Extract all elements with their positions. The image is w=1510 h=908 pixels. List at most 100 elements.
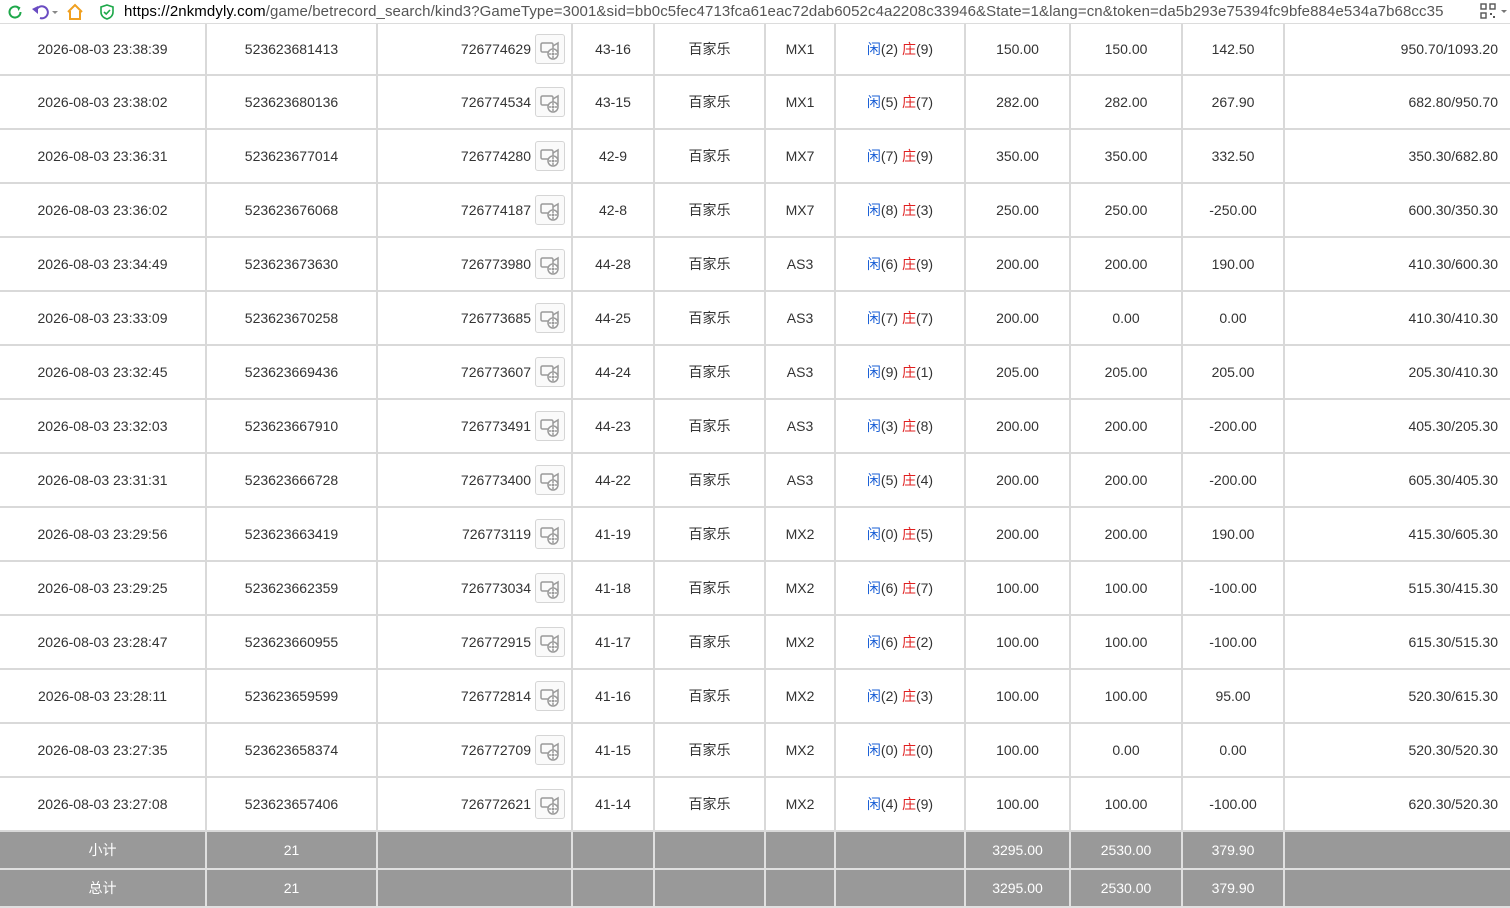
bet-id: 523623666728 [206,453,378,508]
table-row: 2026-08-03 23:36:02 523623676068 726774187… [0,183,1510,238]
bet-time: 2026-08-03 23:29:56 [0,507,207,562]
game-result: 闲(8) 庄(3) [835,183,966,238]
banker-score: (4) [915,472,934,488]
game-id-cell: 726773685 [377,291,573,346]
video-replay-icon[interactable] [535,249,565,279]
total-win: 379.90 [1182,869,1285,908]
balance-change: 205.30/410.30 [1284,345,1510,400]
balance-change: 950.70/1093.20 [1284,24,1510,76]
bet-amount: 200.00 [965,507,1071,562]
video-replay-icon[interactable] [535,681,565,711]
undo-icon[interactable] [30,1,60,23]
game-id: 726772814 [460,688,531,704]
bet-id: 523623658374 [206,723,378,778]
bet-time: 2026-08-03 23:36:31 [0,129,207,184]
player-score: (2) [880,41,899,57]
video-replay-icon[interactable] [535,573,565,603]
table-code: MX2 [765,669,836,724]
player-score: (4) [880,796,899,812]
video-replay-icon[interactable] [535,789,565,819]
balance-change: 415.30/605.30 [1284,507,1510,562]
video-replay-icon[interactable] [535,195,565,225]
win-loss: -100.00 [1182,561,1285,616]
video-replay-icon[interactable] [535,627,565,657]
browser-toolbar: https://2nkmdyly.com/game/betrecord_sear… [0,0,1510,24]
player-label: 闲 [866,364,881,380]
player-score: (6) [880,580,899,596]
balance-change: 410.30/410.30 [1284,291,1510,346]
table-row: 2026-08-03 23:27:35 523623658374 726772709… [0,723,1510,778]
bet-id: 523623680136 [206,75,378,130]
bet-time: 2026-08-03 23:31:31 [0,453,207,508]
valid-bet: 200.00 [1070,399,1183,454]
bet-id: 523623677014 [206,129,378,184]
bet-amount: 100.00 [965,669,1071,724]
table-row: 2026-08-03 23:31:31 523623666728 726773400… [0,453,1510,508]
table-row: 2026-08-03 23:38:39 523623681413 726774629… [0,24,1510,76]
game-id-cell: 726772814 [377,669,573,724]
bet-amount: 200.00 [965,291,1071,346]
subtotal-win: 379.90 [1182,831,1285,870]
win-loss: -250.00 [1182,183,1285,238]
table-row: 2026-08-03 23:28:11 523623659599 726772814… [0,669,1510,724]
game-name: 百家乐 [654,399,766,454]
empty-cell [765,869,836,908]
video-replay-icon[interactable] [535,34,565,64]
video-replay-icon[interactable] [535,465,565,495]
game-result: 闲(7) 庄(7) [835,291,966,346]
table-code: MX2 [765,723,836,778]
win-loss: 267.90 [1182,75,1285,130]
shoe-round: 41-19 [572,507,655,562]
video-replay-icon[interactable] [535,357,565,387]
video-replay-icon[interactable] [535,141,565,171]
bet-time: 2026-08-03 23:34:49 [0,237,207,292]
subtotal-bet: 3295.00 [965,831,1071,870]
game-name: 百家乐 [654,615,766,670]
refresh-icon[interactable] [4,1,26,23]
banker-label: 庄 [901,472,916,488]
player-label: 闲 [866,94,881,110]
banker-score: (9) [915,256,934,272]
player-score: (7) [880,310,899,326]
player-label: 闲 [866,688,881,704]
video-replay-icon[interactable] [535,303,565,333]
url-path: /game/betrecord_search/kind3?GameType=30… [265,3,1444,20]
empty-cell [654,869,766,908]
video-replay-icon[interactable] [535,411,565,441]
bet-amount: 100.00 [965,777,1071,832]
game-id-cell: 726773400 [377,453,573,508]
table-row: 2026-08-03 23:34:49 523623673630 726773980… [0,237,1510,292]
player-score: (3) [880,418,899,434]
game-id: 726773980 [460,256,531,272]
shoe-round: 43-15 [572,75,655,130]
bet-time: 2026-08-03 23:38:39 [0,24,207,76]
address-bar[interactable]: https://2nkmdyly.com/game/betrecord_sear… [124,3,1444,20]
banker-score: (0) [915,742,934,758]
home-icon[interactable] [64,1,86,23]
valid-bet: 350.00 [1070,129,1183,184]
shoe-round: 42-9 [572,129,655,184]
table-code: AS3 [765,237,836,292]
video-replay-icon[interactable] [535,519,565,549]
game-id: 726772709 [460,742,531,758]
player-label: 闲 [866,148,881,164]
dropdown-arrow-icon[interactable] [1500,4,1508,25]
qr-code-icon[interactable] [1480,3,1496,24]
game-id-cell: 726774280 [377,129,573,184]
bet-amount: 250.00 [965,183,1071,238]
subtotal-valid: 2530.00 [1070,831,1183,870]
video-replay-icon[interactable] [535,87,565,117]
shoe-round: 41-17 [572,615,655,670]
security-shield-icon[interactable] [96,1,118,23]
valid-bet: 100.00 [1070,777,1183,832]
table-row: 2026-08-03 23:33:09 523623670258 726773685… [0,291,1510,346]
valid-bet: 100.00 [1070,615,1183,670]
subtotal-count: 21 [206,831,378,870]
balance-change: 405.30/205.30 [1284,399,1510,454]
game-id: 726773607 [460,364,531,380]
game-result: 闲(6) 庄(2) [835,615,966,670]
banker-score: (2) [915,634,934,650]
shoe-round: 41-18 [572,561,655,616]
video-replay-icon[interactable] [535,735,565,765]
shoe-round: 44-23 [572,399,655,454]
